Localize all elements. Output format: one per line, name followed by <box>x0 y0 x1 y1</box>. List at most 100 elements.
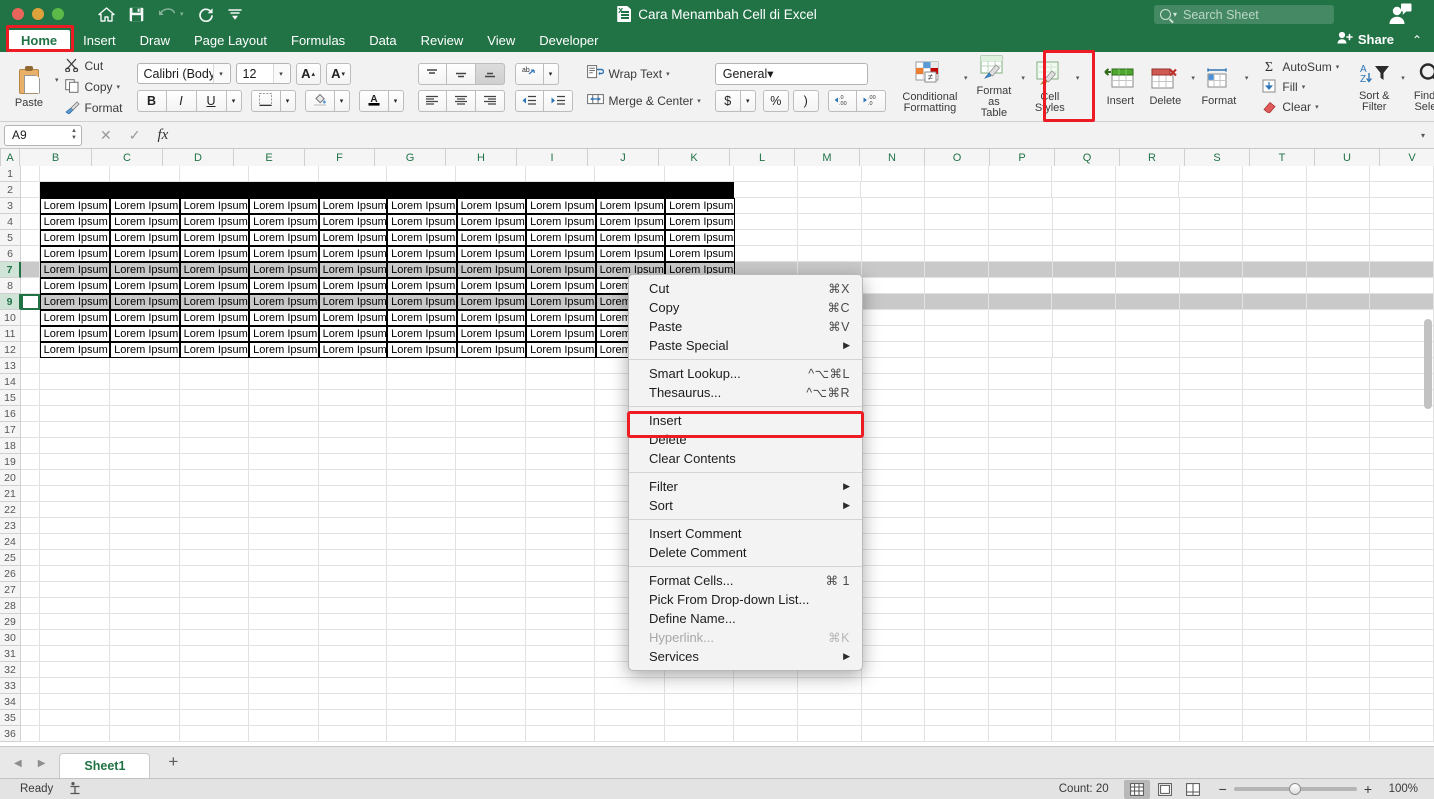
cell-D29[interactable] <box>179 614 250 630</box>
cell-I9[interactable]: Lorem Ipsum <box>526 294 596 310</box>
column-header-N[interactable]: N <box>860 149 925 166</box>
fill-button[interactable]: Fill ▾ <box>1262 78 1339 97</box>
cell-O9[interactable] <box>925 294 989 310</box>
cell-A26[interactable] <box>21 566 40 582</box>
cell-U3[interactable] <box>1306 198 1371 214</box>
cell-H23[interactable] <box>456 518 526 534</box>
cell-Q22[interactable] <box>1052 502 1116 518</box>
cell-U32[interactable] <box>1306 662 1371 678</box>
cell-G31[interactable] <box>387 646 457 662</box>
cell-R10[interactable] <box>1116 310 1180 326</box>
cell-F8[interactable]: Lorem Ipsum <box>318 278 388 294</box>
cell-N24[interactable] <box>861 534 926 550</box>
cell-styles-dropdown-icon[interactable]: ▾ <box>1076 74 1080 82</box>
column-header-S[interactable]: S <box>1185 149 1250 166</box>
cell-R3[interactable] <box>1116 198 1180 214</box>
cell-U12[interactable] <box>1306 342 1371 358</box>
tab-insert[interactable]: Insert <box>72 31 127 50</box>
format-as-table-dropdown-icon[interactable]: ▾ <box>1021 74 1025 82</box>
cell-U34[interactable] <box>1306 694 1371 710</box>
cell-H6[interactable]: Lorem Ipsum <box>456 246 527 262</box>
row-header-22[interactable]: 22 <box>0 502 21 518</box>
cell-A12[interactable] <box>21 342 40 358</box>
cell-E3[interactable]: Lorem Ipsum <box>249 198 319 214</box>
decrease-decimal-button[interactable]: .0.00 <box>827 89 857 112</box>
cell-I26[interactable] <box>525 566 596 582</box>
cell-N13[interactable] <box>861 358 926 374</box>
font-size-dropdown-icon[interactable]: ▾ <box>272 64 289 83</box>
cell-I24[interactable] <box>525 534 596 550</box>
cell-T29[interactable] <box>1243 614 1307 630</box>
cell-F32[interactable] <box>318 662 387 678</box>
row-header-33[interactable]: 33 <box>0 678 21 694</box>
cell-V3[interactable] <box>1370 198 1434 214</box>
fill-dropdown-icon[interactable]: ▾ <box>1302 83 1306 91</box>
cell-C3[interactable]: Lorem Ipsum <box>110 198 180 214</box>
cut-button[interactable]: Cut <box>64 57 123 76</box>
name-box-spinner-icon[interactable]: ▲ ▼ <box>71 128 77 141</box>
row-header-19[interactable]: 19 <box>0 454 21 470</box>
font-color-dropdown-button[interactable]: ▾ <box>388 89 404 112</box>
cell-H28[interactable] <box>456 598 526 614</box>
cell-D33[interactable] <box>179 678 250 694</box>
cell-A24[interactable] <box>21 534 40 550</box>
currency-dropdown-button[interactable]: ▾ <box>740 89 756 112</box>
cell-D7[interactable]: Lorem Ipsum <box>179 262 250 278</box>
cell-S29[interactable] <box>1179 614 1244 630</box>
cell-D22[interactable] <box>179 502 250 518</box>
cell-S6[interactable] <box>1179 246 1244 262</box>
menu-item-copy[interactable]: Copy ⌘C <box>629 298 862 317</box>
cell-S31[interactable] <box>1179 646 1244 662</box>
cell-P10[interactable] <box>988 310 1053 326</box>
row-header-1[interactable]: 1 <box>0 166 21 182</box>
cell-E10[interactable]: Lorem Ipsum <box>249 310 319 326</box>
cell-F30[interactable] <box>318 630 387 646</box>
cell-I5[interactable]: Lorem Ipsum <box>526 230 596 246</box>
cell-E13[interactable] <box>249 358 319 374</box>
column-header-T[interactable]: T <box>1250 149 1315 166</box>
cell-G34[interactable] <box>387 694 457 710</box>
cell-T24[interactable] <box>1243 534 1307 550</box>
cell-E16[interactable] <box>249 406 319 422</box>
cell-E22[interactable] <box>249 502 319 518</box>
paste-button[interactable]: Paste <box>7 64 51 111</box>
cell-L3[interactable] <box>734 198 799 214</box>
cell-C19[interactable] <box>110 454 180 470</box>
cell-H34[interactable] <box>456 694 526 710</box>
cell-A23[interactable] <box>21 518 40 534</box>
cell-G22[interactable] <box>387 502 457 518</box>
cell-P7[interactable] <box>988 262 1053 278</box>
cell-I15[interactable] <box>525 390 596 406</box>
cell-G13[interactable] <box>387 358 457 374</box>
cell-R7[interactable] <box>1116 262 1180 278</box>
cell-H14[interactable] <box>456 374 526 390</box>
cell-G33[interactable] <box>387 678 457 694</box>
cell-N20[interactable] <box>861 470 926 486</box>
cell-E26[interactable] <box>249 566 319 582</box>
close-window-button[interactable] <box>12 8 24 20</box>
cell-O17[interactable] <box>925 422 989 438</box>
cell-C26[interactable] <box>110 566 180 582</box>
menu-item-sort[interactable]: Sort ▶ <box>629 496 862 515</box>
cell-T18[interactable] <box>1243 438 1307 454</box>
cell-E15[interactable] <box>249 390 319 406</box>
cell-S20[interactable] <box>1179 470 1244 486</box>
cell-B9[interactable]: Lorem Ipsum <box>39 294 111 310</box>
cell-O30[interactable] <box>925 630 989 646</box>
cell-V6[interactable] <box>1370 246 1434 262</box>
tab-draw[interactable]: Draw <box>129 31 181 50</box>
cell-B34[interactable] <box>39 694 111 710</box>
cell-F12[interactable]: Lorem Ipsum <box>318 342 388 358</box>
cell-A11[interactable] <box>21 326 40 342</box>
cell-E12[interactable]: Lorem Ipsum <box>249 342 319 358</box>
cell-A33[interactable] <box>21 678 40 694</box>
cell-D24[interactable] <box>179 534 250 550</box>
cell-P36[interactable] <box>988 726 1053 742</box>
cell-I3[interactable]: Lorem Ipsum <box>526 198 596 214</box>
cell-E29[interactable] <box>249 614 319 630</box>
cell-E20[interactable] <box>249 470 319 486</box>
cell-D8[interactable]: Lorem Ipsum <box>179 278 250 294</box>
cell-H32[interactable] <box>456 662 526 678</box>
currency-format-button[interactable]: $ <box>714 89 741 112</box>
cell-I21[interactable] <box>525 486 596 502</box>
